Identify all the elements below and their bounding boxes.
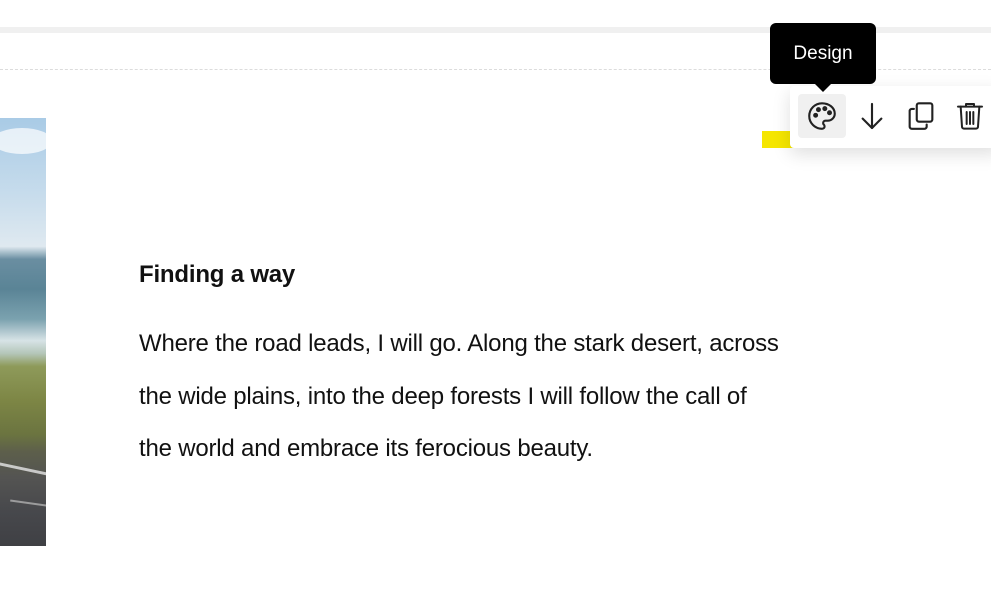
landscape-image[interactable] xyxy=(0,118,46,546)
move-down-button[interactable] xyxy=(848,94,896,138)
image-cloud-detail xyxy=(0,128,46,154)
image-road-marking xyxy=(0,461,46,478)
trash-icon xyxy=(954,99,986,133)
text-block[interactable]: Finding a way Where the road leads, I wi… xyxy=(139,258,779,476)
delete-button[interactable] xyxy=(946,94,991,138)
content-heading[interactable]: Finding a way xyxy=(139,258,779,292)
design-button[interactable] xyxy=(798,94,846,138)
block-toolbar xyxy=(790,86,991,148)
editor-canvas: Finding a way Where the road leads, I wi… xyxy=(0,0,991,609)
tooltip-arrow xyxy=(815,84,831,92)
content-paragraph[interactable]: Where the road leads, I will go. Along t… xyxy=(139,318,779,476)
arrow-down-icon xyxy=(856,100,888,132)
design-tooltip: Design xyxy=(770,23,876,84)
image-road-marking xyxy=(10,499,46,509)
palette-icon xyxy=(805,99,839,133)
copy-icon xyxy=(904,99,938,133)
duplicate-button[interactable] xyxy=(897,94,945,138)
tooltip-label: Design xyxy=(793,42,853,64)
